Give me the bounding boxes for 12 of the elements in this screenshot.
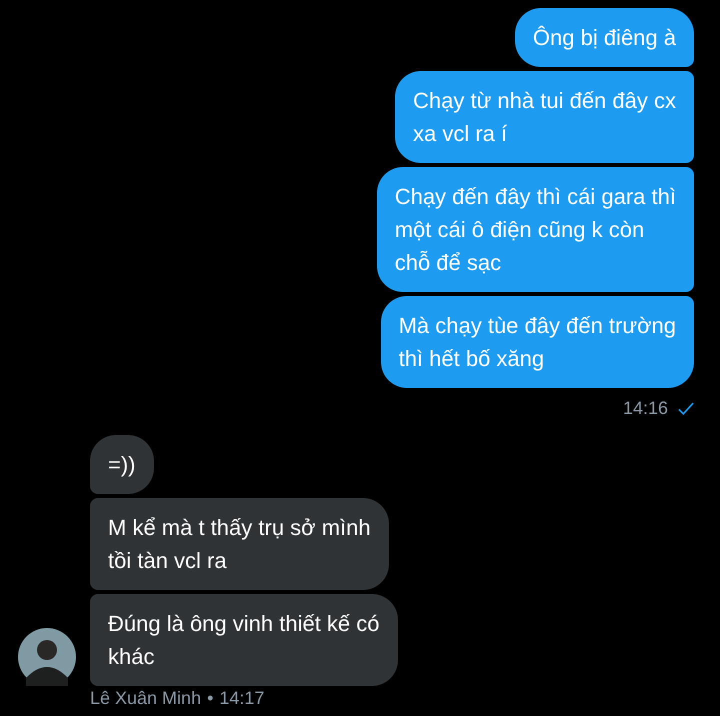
message-bubble: Chạy từ nhà tui đến đây cx xa vcl ra í bbox=[395, 71, 694, 163]
message-bubble: Chạy đến đây thì cái gara thì một cái ô điện cũng k còn chỗ để sạc bbox=[376, 167, 694, 292]
message-bubble: M kể mà t thấy trụ sở mình tồi tàn vcl ra bbox=[90, 498, 389, 590]
sender-name: Lê Xuân Minh bbox=[90, 688, 202, 709]
message-bubble: Đúng là ông vinh thiết kế có khác bbox=[90, 594, 398, 686]
message-bubble: =)) bbox=[90, 435, 154, 494]
timestamp: 14:17 bbox=[219, 688, 264, 709]
message-bubble: Ông bị điêng à bbox=[514, 8, 694, 67]
timestamp: 14:16 bbox=[622, 398, 668, 419]
message-bubble: Mà chạy tùe đây đến trường thì hết bố xăng bbox=[380, 296, 694, 388]
separator-dot: • bbox=[207, 688, 214, 709]
avatar[interactable] bbox=[18, 628, 76, 686]
